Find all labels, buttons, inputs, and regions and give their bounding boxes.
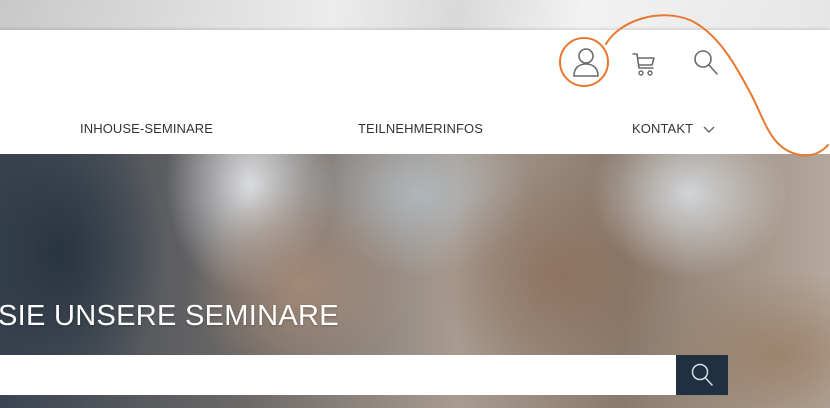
cart-icon [632,53,655,76]
account-button[interactable] [566,42,606,82]
chevron-down-icon [703,126,715,133]
nav-item-teilnehmerinfos[interactable]: TEILNEHMERINFOS [358,121,483,136]
search-icon [694,50,718,75]
header-search-button[interactable] [686,42,726,82]
user-icon [573,48,599,77]
seminar-search-input[interactable] [0,355,676,395]
nav-item-inhouse-seminare[interactable]: INHOUSE-SEMINARE [80,121,213,136]
seminar-search-button[interactable] [676,355,728,395]
hero-title: SIE UNSERE SEMINARE [0,300,339,332]
nav-item-kontakt[interactable]: KONTAKT [632,121,716,136]
cart-button[interactable] [624,44,664,84]
search-icon [691,363,713,386]
nav-item-kontakt-label: KONTAKT [632,121,694,136]
